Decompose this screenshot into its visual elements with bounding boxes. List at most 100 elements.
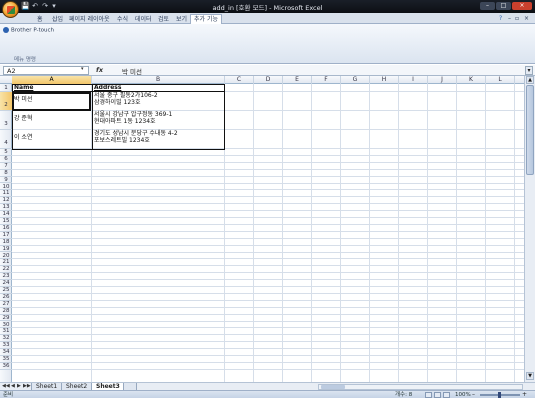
vertical-scrollbar[interactable]: ▲ ▼ bbox=[524, 76, 535, 382]
row-header[interactable]: 30 bbox=[0, 322, 12, 329]
scroll-up-icon[interactable]: ▲ bbox=[526, 76, 534, 84]
formula-input[interactable]: 박 미선 bbox=[122, 66, 142, 76]
row-header[interactable]: 4 bbox=[0, 130, 12, 149]
row-header[interactable]: 28 bbox=[0, 308, 12, 315]
name-box[interactable]: A2 bbox=[3, 66, 89, 75]
row-header[interactable]: 8 bbox=[0, 170, 12, 177]
row-header[interactable]: 7 bbox=[0, 163, 12, 170]
row-header[interactable]: 32 bbox=[0, 335, 12, 343]
minimize-button[interactable]: – bbox=[480, 2, 495, 10]
row-header[interactable]: 16 bbox=[0, 225, 12, 232]
row-header[interactable]: 26 bbox=[0, 294, 12, 301]
office-button[interactable] bbox=[2, 1, 19, 18]
page-layout-view-icon[interactable] bbox=[434, 392, 441, 398]
column-header[interactable]: A bbox=[12, 76, 92, 84]
row-header[interactable]: 9 bbox=[0, 177, 12, 184]
workbook-close-icon[interactable]: × bbox=[524, 15, 529, 22]
gridline-row bbox=[12, 230, 524, 232]
column-header[interactable]: F bbox=[312, 76, 341, 84]
row-header[interactable]: 21 bbox=[0, 259, 12, 267]
last-sheet-icon[interactable]: ▶▶ bbox=[23, 383, 31, 390]
vertical-scroll-thumb[interactable] bbox=[526, 85, 534, 175]
row-header[interactable]: 33 bbox=[0, 342, 12, 350]
row-header[interactable]: 6 bbox=[0, 156, 12, 163]
row-header[interactable]: 5 bbox=[0, 149, 12, 156]
first-sheet-icon[interactable]: ◀◀ bbox=[2, 383, 10, 390]
row-header[interactable]: 2 bbox=[0, 92, 12, 111]
column-header[interactable]: G bbox=[341, 76, 370, 84]
tab-formulas[interactable]: 수식 bbox=[114, 15, 131, 24]
tab-data[interactable]: 데이터 bbox=[132, 15, 155, 24]
row-header[interactable]: 22 bbox=[0, 266, 12, 274]
gridline-row bbox=[12, 189, 524, 191]
row-header[interactable]: 14 bbox=[0, 211, 12, 218]
name-box-dropdown-icon[interactable]: ▾ bbox=[81, 66, 84, 72]
row-header[interactable]: 24 bbox=[0, 280, 12, 287]
row-header[interactable]: 23 bbox=[0, 273, 12, 281]
row-header[interactable]: 18 bbox=[0, 239, 12, 246]
row-header[interactable]: 29 bbox=[0, 315, 12, 322]
column-header[interactable]: D bbox=[254, 76, 283, 84]
zoom-slider-knob[interactable] bbox=[498, 392, 501, 398]
column-header[interactable]: C bbox=[225, 76, 254, 84]
row-header[interactable]: 12 bbox=[0, 197, 12, 205]
record-address-line2[interactable]: 현대아파트 1동 1234호 bbox=[94, 118, 156, 126]
column-header[interactable]: L bbox=[486, 76, 515, 84]
normal-view-icon[interactable] bbox=[425, 392, 432, 398]
worksheet-grid[interactable]: Name Address 박 미선 서울 중구 필동2가106-2 삼경하이빌 … bbox=[12, 84, 524, 382]
gridline-row bbox=[12, 251, 524, 253]
record-name[interactable]: 강 준혁 bbox=[14, 115, 32, 123]
record-address-line2[interactable]: 포보스레트빌 1234호 bbox=[94, 137, 150, 145]
row-header[interactable]: 10 bbox=[0, 184, 12, 191]
tab-review[interactable]: 검토 bbox=[155, 15, 172, 24]
column-header[interactable]: K bbox=[457, 76, 486, 84]
page-break-view-icon[interactable] bbox=[443, 392, 450, 398]
record-name[interactable]: 이 소연 bbox=[14, 134, 32, 142]
row-header[interactable]: 25 bbox=[0, 287, 12, 294]
workbook-minimize-icon[interactable]: – bbox=[508, 15, 511, 22]
expand-formula-bar-icon[interactable]: ▾ bbox=[525, 66, 533, 75]
tab-add-ins[interactable]: 추가 기능 bbox=[190, 14, 222, 24]
column-headers: ABCDEFGHIJKL bbox=[0, 76, 535, 84]
row-header[interactable]: 15 bbox=[0, 218, 12, 225]
row-header[interactable]: 11 bbox=[0, 190, 12, 198]
record-address-line2[interactable]: 삼경하이빌 123호 bbox=[94, 99, 140, 107]
tab-view[interactable]: 보기 bbox=[173, 15, 190, 24]
row-header[interactable]: 19 bbox=[0, 246, 12, 253]
active-cell-selection[interactable] bbox=[12, 92, 91, 111]
column-header[interactable]: E bbox=[283, 76, 312, 84]
row-header[interactable]: 3 bbox=[0, 111, 12, 130]
gridline-column bbox=[369, 84, 370, 382]
column-header[interactable]: H bbox=[370, 76, 399, 84]
horizontal-scroll-thumb[interactable] bbox=[321, 385, 345, 389]
tab-page-layout[interactable]: 페이지 레이아웃 bbox=[66, 15, 113, 24]
gridline-row bbox=[12, 341, 524, 343]
help-icon[interactable]: ? bbox=[499, 15, 502, 22]
tab-insert[interactable]: 삽입 bbox=[49, 15, 66, 24]
workbook-restore-icon[interactable]: ▫ bbox=[515, 15, 519, 22]
row-header[interactable]: 20 bbox=[0, 253, 12, 260]
scroll-down-icon[interactable]: ▼ bbox=[526, 372, 534, 380]
brother-ptouch-button[interactable]: Brother P-touch bbox=[3, 27, 54, 34]
row-header[interactable]: 17 bbox=[0, 232, 12, 239]
insert-function-icon[interactable]: fx bbox=[96, 66, 103, 74]
next-sheet-icon[interactable]: ▶ bbox=[17, 383, 21, 390]
tab-home[interactable]: 홈 bbox=[34, 15, 46, 24]
column-header[interactable]: B bbox=[92, 76, 225, 84]
row-header[interactable]: 34 bbox=[0, 349, 12, 356]
row-header[interactable]: 1 bbox=[0, 84, 12, 92]
header-address[interactable]: Address bbox=[94, 84, 121, 92]
column-header[interactable]: I bbox=[399, 76, 428, 84]
maximize-button[interactable]: □ bbox=[496, 2, 511, 10]
prev-sheet-icon[interactable]: ◀ bbox=[11, 383, 15, 390]
header-name[interactable]: Name bbox=[14, 84, 33, 92]
row-header[interactable]: 27 bbox=[0, 301, 12, 308]
gridline-column bbox=[485, 84, 486, 382]
close-button[interactable]: × bbox=[512, 2, 532, 10]
gridline-row bbox=[12, 217, 524, 218]
row-header[interactable]: 36 bbox=[0, 363, 12, 370]
row-header[interactable]: 13 bbox=[0, 204, 12, 212]
column-header[interactable]: J bbox=[428, 76, 457, 84]
row-header[interactable]: 35 bbox=[0, 356, 12, 363]
row-header[interactable]: 31 bbox=[0, 328, 12, 336]
